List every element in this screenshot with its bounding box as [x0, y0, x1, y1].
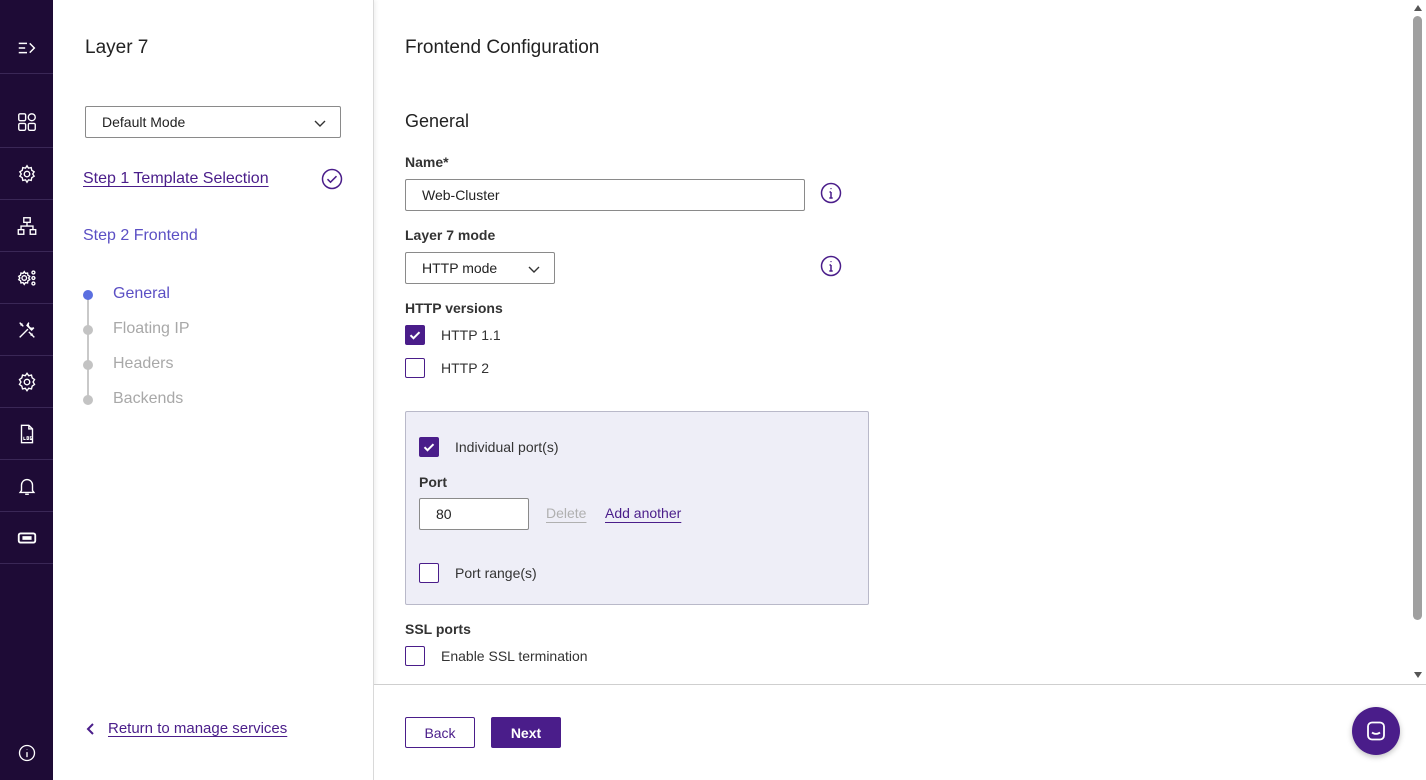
port-config-box: Individual port(s) Port 80 Delete Add an…	[405, 411, 869, 605]
wizard-steps-panel: Layer 7 Default Mode Step 1 Template Sel…	[53, 0, 374, 780]
rail-settings-button[interactable]	[0, 356, 53, 408]
ssl-termination-label: Enable SSL termination	[441, 648, 588, 664]
frontend-config-form: Frontend Configuration General Name* Web…	[374, 0, 1410, 684]
section-title-general: General	[405, 111, 470, 131]
name-info-icon[interactable]	[820, 182, 842, 204]
step-2-frontend[interactable]: Step 2 Frontend	[83, 227, 198, 245]
checkmark-icon	[409, 331, 421, 340]
chevron-down-icon	[528, 266, 540, 273]
chat-icon	[1367, 721, 1385, 741]
http2-checkbox[interactable]	[405, 358, 425, 378]
log-file-icon	[20, 424, 33, 443]
checkmark-icon	[423, 443, 435, 452]
name-input-value: Web-Cluster	[422, 187, 500, 203]
ssl-termination-checkbox[interactable]	[405, 646, 425, 666]
substep-dot-general	[83, 290, 93, 300]
chevron-left-icon	[86, 722, 94, 735]
substep-connector	[87, 295, 89, 401]
rail-tools-button[interactable]	[0, 304, 53, 356]
chevron-down-icon	[314, 120, 326, 127]
individual-ports-label: Individual port(s)	[455, 439, 559, 455]
scrollbar-thumb[interactable]	[1413, 16, 1422, 620]
back-button[interactable]: Back	[405, 717, 475, 748]
mode-dropdown[interactable]: Default Mode	[85, 106, 341, 138]
substep-dot-backends	[83, 395, 93, 405]
rail-dashboard-button[interactable]	[0, 96, 53, 148]
rail-services-button[interactable]	[0, 148, 53, 200]
substep-floating-ip[interactable]: Floating IP	[113, 320, 189, 338]
rail-advanced-button[interactable]	[0, 252, 53, 304]
port-range-checkbox[interactable]	[419, 563, 439, 583]
http2-label: HTTP 2	[441, 360, 489, 376]
substep-dot-headers	[83, 360, 93, 370]
page-title: Frontend Configuration	[405, 37, 600, 58]
wizard-footer: Back Next	[374, 684, 1426, 780]
substep-backends[interactable]: Backends	[113, 390, 183, 408]
rail-tickets-button[interactable]	[0, 512, 53, 564]
layer7-mode-label: Layer 7 mode	[405, 227, 496, 243]
mode-dropdown-value: Default Mode	[102, 114, 186, 130]
ssl-ports-label: SSL ports	[405, 621, 471, 637]
chat-launcher-button[interactable]	[1352, 707, 1400, 755]
main-scrollbar[interactable]	[1410, 0, 1426, 684]
scroll-up-arrow-icon[interactable]	[1414, 5, 1422, 11]
services-cog-icon	[18, 163, 35, 184]
info-icon	[18, 744, 35, 762]
port-label: Port	[419, 474, 447, 490]
rail-info-button[interactable]	[0, 730, 53, 776]
left-nav-rail	[0, 0, 53, 780]
name-input[interactable]: Web-Cluster	[405, 179, 805, 211]
tools-icon	[18, 321, 35, 338]
rail-network-button[interactable]	[0, 200, 53, 252]
add-another-port-link[interactable]: Add another	[605, 505, 681, 521]
individual-ports-checkbox[interactable]	[419, 437, 439, 457]
step-1-template-selection[interactable]: Step 1 Template Selection	[83, 170, 269, 188]
layer7-mode-dropdown[interactable]: HTTP mode	[405, 252, 555, 284]
substep-dot-floating-ip	[83, 325, 93, 335]
layer7-mode-value: HTTP mode	[422, 260, 498, 276]
substep-general[interactable]: General	[113, 285, 170, 303]
return-link-label: Return to manage services	[108, 720, 288, 737]
rail-logs-button[interactable]	[0, 408, 53, 460]
http-versions-label: HTTP versions	[405, 300, 503, 316]
rail-notifications-button[interactable]	[0, 460, 53, 512]
delete-port-link[interactable]: Delete	[546, 505, 586, 521]
port-input[interactable]: 80	[419, 498, 529, 530]
port-input-value: 80	[436, 506, 452, 522]
return-to-services-link[interactable]: Return to manage services	[83, 720, 287, 737]
notification-bell-icon	[18, 478, 35, 495]
next-button[interactable]: Next	[491, 717, 561, 748]
expand-menu-button[interactable]	[0, 22, 53, 74]
ticket-icon	[17, 532, 36, 543]
advanced-settings-icon	[17, 269, 36, 286]
step-complete-check-icon	[321, 168, 343, 190]
name-label: Name*	[405, 154, 449, 170]
network-topology-icon	[17, 216, 36, 235]
substep-headers[interactable]: Headers	[113, 355, 173, 373]
port-range-label: Port range(s)	[455, 565, 537, 581]
http11-checkbox[interactable]	[405, 325, 425, 345]
settings-gear-icon	[18, 371, 35, 392]
layer7-info-icon[interactable]	[820, 255, 842, 277]
scroll-down-arrow-icon[interactable]	[1414, 672, 1422, 678]
http11-label: HTTP 1.1	[441, 327, 501, 343]
dashboard-grid-icon	[17, 112, 36, 131]
wizard-title: Layer 7	[85, 37, 149, 58]
expand-menu-icon	[18, 42, 35, 53]
